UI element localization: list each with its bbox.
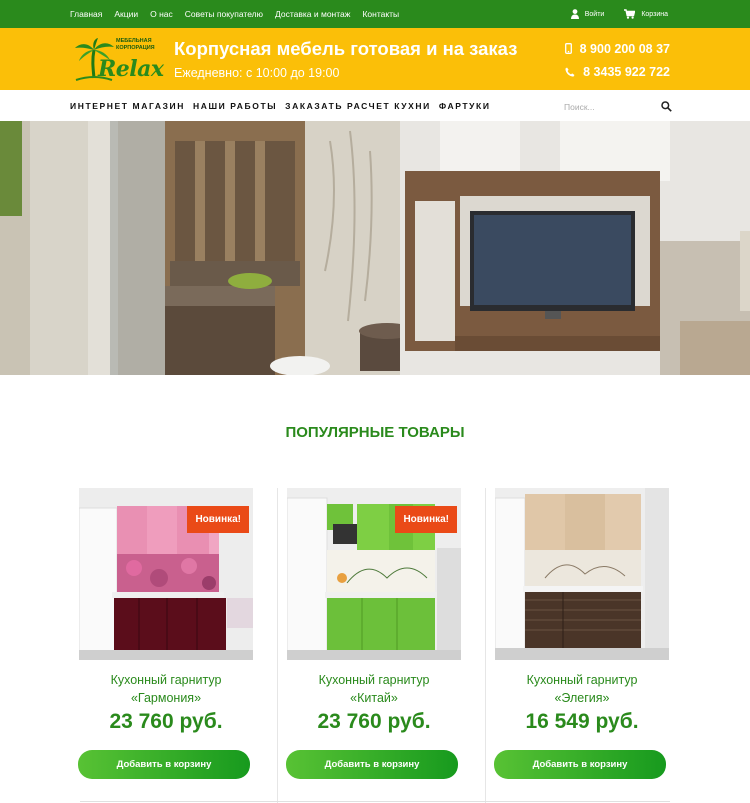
login-label: Войти — [584, 10, 605, 18]
product-name[interactable]: Кухонный гарнитур «Китай» — [283, 671, 465, 707]
hero-banner[interactable] — [0, 121, 750, 375]
mobile-phone-icon — [564, 43, 572, 54]
cart-link[interactable]: Корзина — [624, 9, 668, 19]
product-name-line1: Кухонный гарнитур — [526, 673, 638, 687]
add-to-cart-button[interactable]: Добавить в корзину — [494, 750, 666, 779]
kitchen-image-elegy — [495, 488, 669, 660]
header: МЕБЕЛЬНАЯ КОРПОРАЦИЯ Relax Корпусная меб… — [0, 28, 750, 90]
login-link[interactable]: Войти — [570, 9, 605, 19]
cart-icon — [624, 9, 636, 19]
product-name-line2: «Китай» — [350, 691, 398, 705]
product-price: 23 760 руб. — [109, 710, 223, 733]
product-name[interactable]: Кухонный гарнитур «Гармония» — [75, 671, 257, 707]
product-image[interactable] — [495, 488, 669, 660]
top-nav: Главная Акции О нас Советы покупателю До… — [70, 0, 411, 28]
phone-list: 8 900 200 08 37 8 3435 922 722 — [564, 37, 670, 83]
product-name[interactable]: Кухонный гарнитур «Элегия» — [491, 671, 673, 707]
account-links: Войти Корзина — [551, 0, 668, 28]
nav-order-kitchen[interactable]: ЗАКАЗАТЬ РАСЧЕТ КУХНИ — [285, 101, 431, 111]
add-to-cart-button[interactable]: Добавить в корзину — [78, 750, 250, 779]
main-nav: ИНТЕРНЕТ МАГАЗИН НАШИ РАБОТЫ ЗАКАЗАТЬ РА… — [0, 90, 750, 121]
card-divider — [277, 488, 278, 803]
new-badge: Новинка! — [187, 506, 249, 533]
product-card: Новинка! Кухонный гарнитур «Китай» 23 76… — [283, 488, 486, 803]
logo[interactable]: МЕБЕЛЬНАЯ КОРПОРАЦИЯ Relax — [72, 36, 164, 84]
nav-online-store[interactable]: ИНТЕРНЕТ МАГАЗИН — [70, 101, 185, 111]
add-to-cart-button[interactable]: Добавить в корзину — [286, 750, 458, 779]
logo-brand: Relax — [98, 56, 164, 82]
product-image[interactable]: Новинка! — [287, 488, 461, 660]
phone-handset-icon — [565, 67, 575, 77]
search-icon[interactable] — [661, 101, 672, 112]
new-badge: Новинка! — [395, 506, 457, 533]
phone-mobile-number: 8 900 200 08 37 — [579, 41, 670, 56]
cart-label: Корзина — [641, 10, 668, 18]
top-nav-home[interactable]: Главная — [70, 9, 102, 19]
top-nav-about[interactable]: О нас — [150, 9, 173, 19]
search-input[interactable] — [560, 101, 650, 112]
top-nav-tips[interactable]: Советы покупателю — [185, 9, 263, 19]
bottom-divider — [80, 801, 670, 802]
phone-landline[interactable]: 8 3435 922 722 — [565, 60, 670, 83]
product-image[interactable]: Новинка! — [79, 488, 253, 660]
logo-subtitle: МЕБЕЛЬНАЯ КОРПОРАЦИЯ — [116, 38, 155, 51]
popular-products-title: ПОПУЛЯРНЫЕ ТОВАРЫ — [285, 424, 465, 441]
nav-our-works[interactable]: НАШИ РАБОТЫ — [193, 101, 277, 111]
phone-landline-number: 8 3435 922 722 — [583, 64, 670, 79]
product-card: Новинка! Кухонный гарнитур «Гармония» 23… — [75, 488, 278, 803]
product-name-line1: Кухонный гарнитур — [110, 673, 222, 687]
phone-mobile[interactable]: 8 900 200 08 37 — [564, 37, 670, 60]
product-card: Кухонный гарнитур «Элегия» 16 549 руб. Д… — [491, 488, 691, 803]
product-name-line2: «Элегия» — [554, 691, 610, 705]
product-name-line2: «Гармония» — [130, 691, 202, 705]
hero-interior-image — [0, 121, 750, 375]
top-nav-promotions[interactable]: Акции — [114, 9, 138, 19]
top-nav-contacts[interactable]: Контакты — [362, 9, 399, 19]
working-hours: Ежедневно: с 10:00 до 19:00 — [174, 66, 340, 80]
product-grid: Новинка! Кухонный гарнитур «Гармония» 23… — [75, 488, 675, 803]
main-nav-links: ИНТЕРНЕТ МАГАЗИН НАШИ РАБОТЫ ЗАКАЗАТЬ РА… — [70, 90, 499, 121]
top-bar: Главная Акции О нас Советы покупателю До… — [0, 0, 750, 28]
product-price: 23 760 руб. — [317, 710, 431, 733]
nav-backsplashes[interactable]: ФАРТУКИ — [439, 101, 491, 111]
search-box — [560, 98, 672, 115]
product-price: 16 549 руб. — [525, 710, 639, 733]
top-nav-delivery[interactable]: Доставка и монтаж — [275, 9, 350, 19]
card-divider — [485, 488, 486, 803]
user-icon — [570, 9, 579, 19]
header-slogan: Корпусная мебель готовая и на заказ — [174, 38, 518, 59]
product-name-line1: Кухонный гарнитур — [318, 673, 430, 687]
